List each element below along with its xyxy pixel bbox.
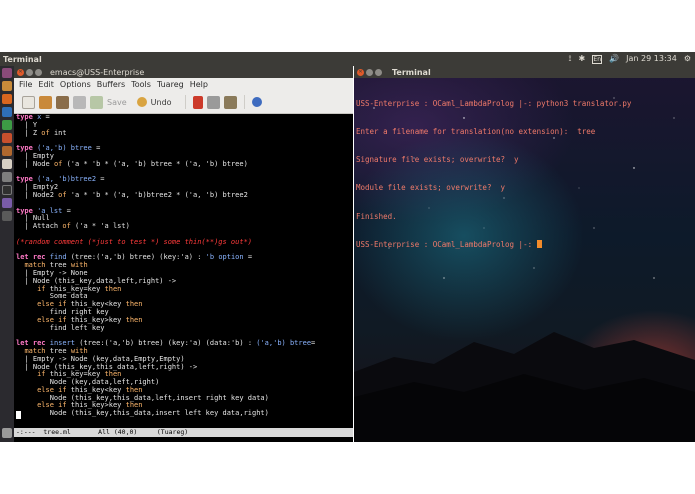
menu-tuareg[interactable]: Tuareg bbox=[154, 80, 187, 89]
terminal-app-icon[interactable] bbox=[2, 185, 12, 195]
terminal-line: Finished. bbox=[356, 211, 397, 221]
emacs-titlebar: ✕ emacs@USS-Enterprise bbox=[14, 66, 353, 78]
wifi-icon[interactable]: ⟟ bbox=[569, 54, 572, 64]
menu-help[interactable]: Help bbox=[187, 80, 211, 89]
code-line: type ('a,'b) btree = bbox=[16, 144, 101, 153]
terminal-line: Signature file exists; overwrite? y bbox=[356, 155, 519, 165]
terminal-prompt-line[interactable]: USS-Enterprise : OCaml_LambdaProlog |-: bbox=[356, 239, 693, 249]
sound-icon[interactable]: 🔊 bbox=[609, 54, 619, 64]
terminal-line: USS-Enterprise : OCaml_LambdaProlog |-: … bbox=[356, 98, 632, 108]
menu-buffers[interactable]: Buffers bbox=[94, 80, 128, 89]
code-line: | Node of ('a * 'b * ('a, 'b) btree * ('… bbox=[16, 159, 248, 168]
software-center-icon[interactable] bbox=[2, 146, 12, 156]
dired-icon[interactable] bbox=[56, 95, 69, 109]
files-icon[interactable] bbox=[2, 81, 12, 91]
top-letterbox bbox=[0, 0, 695, 52]
menu-options[interactable]: Options bbox=[57, 80, 94, 89]
close-icon[interactable]: ✕ bbox=[357, 68, 364, 76]
code-line: type x = bbox=[16, 114, 50, 121]
workspace-icon[interactable] bbox=[2, 211, 12, 221]
cut-icon[interactable] bbox=[192, 95, 203, 109]
code-line: type ('a, 'b)btree2 = bbox=[16, 175, 105, 184]
code-line: Node (this_key,this_data,insert left key… bbox=[16, 409, 269, 418]
dash-icon[interactable] bbox=[2, 68, 12, 78]
toolbar-separator bbox=[243, 95, 245, 109]
bottom-letterbox bbox=[0, 442, 695, 494]
code-buffer[interactable]: type x = | Y | Z of int type ('a,'b) btr… bbox=[16, 114, 351, 428]
settings-icon[interactable] bbox=[2, 172, 12, 182]
emacs-modeline: -:--- tree.ml All (40,0) (Tuareg) bbox=[14, 428, 353, 437]
minimize-icon[interactable] bbox=[26, 68, 33, 76]
indicator-area: ⟟ ✱ En 🔊 Jan 29 13:34 ⚙ bbox=[569, 54, 695, 64]
browser-icon[interactable] bbox=[2, 94, 12, 104]
maximize-icon[interactable] bbox=[375, 68, 382, 76]
calc-icon[interactable] bbox=[2, 120, 12, 130]
code-line: (*random comment (*just to test *) some … bbox=[16, 237, 253, 246]
close-icon[interactable]: ✕ bbox=[17, 68, 24, 76]
close-buffer-icon[interactable] bbox=[73, 95, 86, 109]
mountain-silhouette bbox=[354, 332, 695, 442]
code-line: | Attach of ('a * 'a lst) bbox=[16, 222, 130, 231]
terminal-line: Module file exists; overwrite? y bbox=[356, 183, 506, 193]
active-app-title: Terminal bbox=[3, 54, 42, 64]
undo-button[interactable]: Undo bbox=[151, 98, 172, 107]
terminal-line: Enter a filename for translation(no exte… bbox=[356, 127, 596, 137]
save-button[interactable]: Save bbox=[107, 98, 127, 107]
terminal-window-title: Terminal bbox=[392, 67, 431, 77]
terminal-titlebar: ✕ Terminal bbox=[354, 66, 695, 78]
search-icon[interactable] bbox=[251, 97, 262, 107]
menu-edit[interactable]: Edit bbox=[35, 80, 57, 89]
emacs-window-title: emacs@USS-Enterprise bbox=[50, 67, 145, 77]
save-icon[interactable] bbox=[90, 95, 103, 109]
bluetooth-icon[interactable]: ✱ bbox=[579, 54, 586, 64]
menu-tools[interactable]: Tools bbox=[128, 80, 154, 89]
writer-icon[interactable] bbox=[2, 107, 12, 117]
menu-file[interactable]: File bbox=[16, 80, 35, 89]
top-panel: Terminal ⟟ ✱ En 🔊 Jan 29 13:34 ⚙ bbox=[0, 52, 695, 66]
keyboard-layout-indicator[interactable]: En bbox=[592, 54, 603, 64]
minimize-icon[interactable] bbox=[366, 68, 373, 76]
terminal-output[interactable]: USS-Enterprise : OCaml_LambdaProlog |-: … bbox=[356, 80, 693, 268]
emacs-window: ✕ emacs@USS-Enterprise File Edit Options… bbox=[14, 66, 353, 442]
emacs-toolbar: Save Undo bbox=[14, 91, 353, 114]
terminal-prompt: USS-Enterprise : OCaml_LambdaProlog |-: bbox=[356, 239, 537, 249]
terminal-cursor bbox=[536, 239, 542, 248]
code-line: | Node2 of 'a * 'b * ('a, 'b)btree2 * ('… bbox=[16, 190, 248, 199]
maximize-icon[interactable] bbox=[35, 68, 42, 76]
copy-icon[interactable] bbox=[206, 95, 220, 109]
gear-icon[interactable]: ⚙ bbox=[684, 54, 691, 64]
toolbar-separator bbox=[184, 95, 186, 109]
undo-icon[interactable] bbox=[136, 97, 147, 107]
launcher bbox=[0, 66, 14, 442]
trash-icon[interactable] bbox=[2, 428, 12, 438]
amazon-icon[interactable] bbox=[2, 159, 12, 169]
impress-icon[interactable] bbox=[2, 133, 12, 143]
text-cursor bbox=[16, 411, 21, 419]
code-line: find left key bbox=[16, 323, 105, 332]
new-file-icon[interactable] bbox=[22, 95, 35, 109]
emacs-menubar: File Edit Options Buffers Tools Tuareg H… bbox=[14, 78, 353, 91]
code-line: | Z of int bbox=[16, 128, 67, 137]
open-file-icon[interactable] bbox=[39, 95, 52, 109]
emacs-app-icon[interactable] bbox=[2, 198, 12, 208]
clock[interactable]: Jan 29 13:34 bbox=[626, 54, 677, 64]
code-line: type 'a lst = bbox=[16, 206, 71, 215]
paste-icon[interactable] bbox=[223, 95, 237, 109]
terminal-window: ✕ Terminal USS-Enterprise : OCaml_Lambda… bbox=[354, 66, 695, 442]
